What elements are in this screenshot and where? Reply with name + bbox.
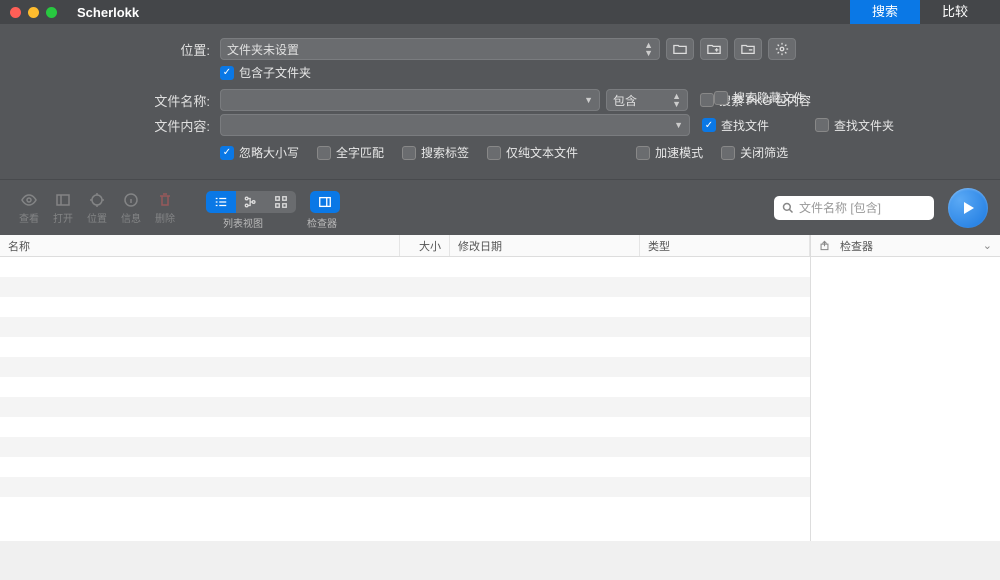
search-icon (782, 202, 794, 214)
start-search-button[interactable] (948, 188, 988, 228)
checkbox-text-only[interactable]: 仅纯文本文件 (487, 144, 578, 161)
view-list[interactable] (206, 191, 236, 213)
inspector-toggle[interactable] (310, 191, 340, 213)
filter-search-input[interactable]: 文件名称 [包含] (774, 196, 934, 220)
table-row (0, 497, 810, 517)
filter-search-placeholder: 文件名称 [包含] (799, 199, 881, 216)
col-type[interactable]: 类型 (640, 235, 810, 256)
inspector-title: 检查器 (840, 238, 873, 254)
toolbar-delete[interactable]: 删除 (148, 190, 182, 225)
chevron-updown-icon: ▲▼ (672, 92, 681, 108)
play-icon (960, 200, 976, 216)
checkbox-close-filter[interactable]: 关闭筛选 (721, 144, 788, 161)
add-folder-button[interactable] (700, 38, 728, 60)
table-row (0, 437, 810, 457)
inspector-toggle-label: 检查器 (307, 215, 337, 230)
inspector-panel: 检查器 ⌄ (810, 235, 1000, 541)
checkbox-find-files[interactable]: ✓查找文件 (702, 117, 769, 134)
view-mode-label: 列表视图 (223, 215, 263, 230)
table-row (0, 397, 810, 417)
share-icon (819, 240, 830, 251)
checkbox-whole-word[interactable]: 全字匹配 (317, 144, 384, 161)
label-location: 位置: (150, 40, 210, 59)
zoom-window[interactable] (46, 7, 57, 18)
checkbox-fast-mode[interactable]: 加速模式 (636, 144, 703, 161)
table-row (0, 297, 810, 317)
tab-compare[interactable]: 比较 (920, 0, 990, 24)
chevron-updown-icon: ▲▼ (644, 41, 653, 57)
location-combo[interactable]: 文件夹未设置 ▲▼ (220, 38, 660, 60)
toolbar-view[interactable]: 查看 (12, 190, 46, 225)
filename-input[interactable]: ▼ (220, 89, 600, 111)
toolbar-open[interactable]: 打开 (46, 190, 80, 225)
toolbar-info[interactable]: 信息 (114, 190, 148, 225)
open-folder-button[interactable] (666, 38, 694, 60)
toolbar-location[interactable]: 位置 (80, 190, 114, 225)
table-row (0, 317, 810, 337)
table-row (0, 337, 810, 357)
col-name[interactable]: 名称 (0, 235, 400, 256)
table-row (0, 377, 810, 397)
results-list: 名称 大小 修改日期 类型 (0, 235, 810, 541)
table-row (0, 277, 810, 297)
checkbox-search-hidden[interactable]: 搜索隐藏文件 (714, 89, 805, 106)
content-input[interactable]: ▼ (220, 114, 690, 136)
chevron-down-icon: ▼ (674, 121, 683, 129)
checkbox-search-tags[interactable]: 搜索标签 (402, 144, 469, 161)
toolbar: 查看 打开 位置 信息 删除 列表视图 检查器 (0, 179, 1000, 235)
checkbox-find-folders[interactable]: 查找文件夹 (815, 117, 894, 134)
table-row (0, 477, 810, 497)
remove-folder-button[interactable] (734, 38, 762, 60)
table-row (0, 457, 810, 477)
filename-mode-value: 包含 (613, 92, 637, 109)
checkbox-include-subfolders[interactable]: ✓包含子文件夹 (220, 64, 311, 81)
checkbox-ignore-case[interactable]: ✓忽略大小写 (220, 144, 299, 161)
filename-mode-combo[interactable]: 包含 ▲▼ (606, 89, 688, 111)
settings-button[interactable] (768, 38, 796, 60)
label-filename: 文件名称: (150, 91, 210, 110)
table-row (0, 357, 810, 377)
label-content: 文件内容: (150, 116, 210, 135)
table-row (0, 257, 810, 277)
results-rows (0, 257, 810, 541)
window-controls (10, 7, 57, 18)
app-title: Scherlokk (77, 5, 139, 20)
chevron-down-icon: ⌄ (983, 239, 992, 252)
view-grid[interactable] (266, 191, 296, 213)
view-mode-segment (206, 191, 296, 213)
column-headers: 名称 大小 修改日期 类型 (0, 235, 810, 257)
table-row (0, 417, 810, 437)
minimize-window[interactable] (28, 7, 39, 18)
tab-search[interactable]: 搜索 (850, 0, 920, 24)
search-panel: 位置: 文件夹未设置 ▲▼ ✓包含子文件夹 文件名称: ▼ 包含 ▲▼ (0, 24, 1000, 179)
view-tree[interactable] (236, 191, 266, 213)
close-window[interactable] (10, 7, 21, 18)
results-area: 名称 大小 修改日期 类型 检查器 ⌄ (0, 235, 1000, 541)
chevron-down-icon: ▼ (584, 96, 593, 104)
col-modified[interactable]: 修改日期 (450, 235, 640, 256)
col-size[interactable]: 大小 (400, 235, 450, 256)
titlebar: Scherlokk 搜索 比较 (0, 0, 1000, 24)
location-combo-value: 文件夹未设置 (227, 41, 299, 58)
inspector-header[interactable]: 检查器 ⌄ (811, 235, 1000, 257)
